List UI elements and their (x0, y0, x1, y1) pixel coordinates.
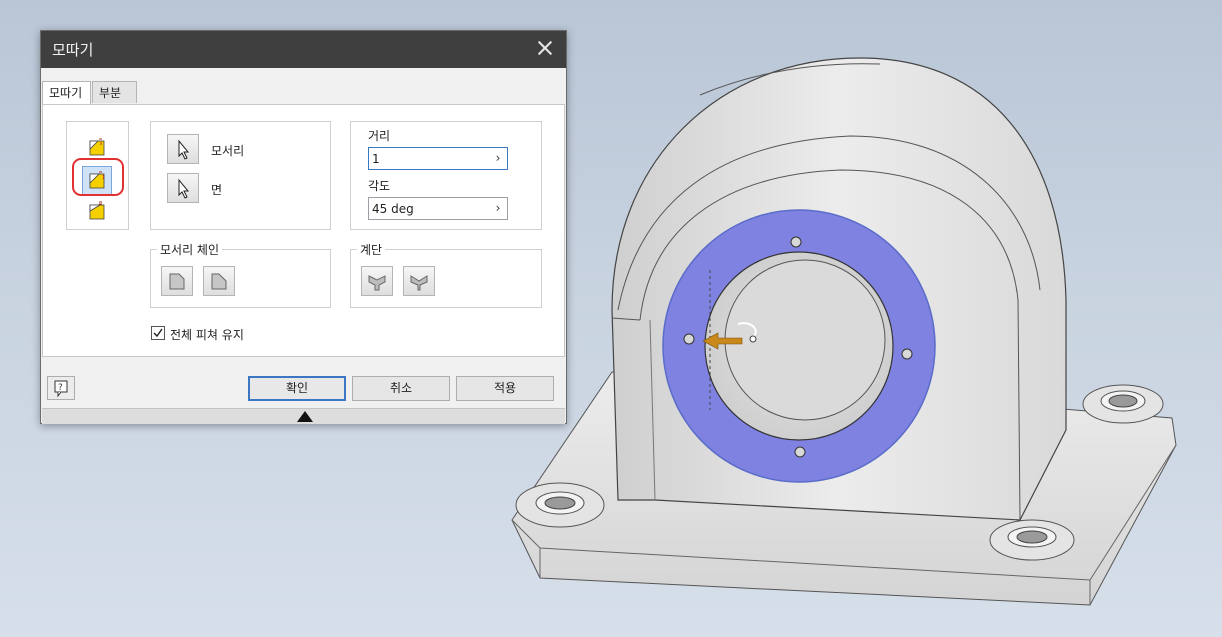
edge-chain-label: 모서리 체인 (157, 241, 223, 258)
svg-text:?: ? (58, 383, 63, 393)
selection-group: 모서리 면 (150, 121, 331, 230)
edges-label: 모서리 (211, 144, 245, 158)
angle-field[interactable]: 45 deg › (368, 197, 508, 220)
angle-value: 45 deg (372, 202, 414, 216)
dialog-title: 모따기 (52, 41, 94, 59)
setback-label: 계단 (357, 241, 386, 258)
angle-label: 각도 (368, 179, 391, 193)
annotation-highlight-ring (72, 158, 124, 196)
base-hole-front-right (989, 519, 1075, 561)
edge-select-button[interactable] (167, 134, 199, 164)
dialog-titlebar[interactable]: 모따기 (41, 31, 566, 68)
tab-chamfer[interactable]: 모따기 (42, 81, 91, 106)
base-hole-front-left (515, 482, 605, 528)
tab-partial[interactable]: 부분 (92, 81, 137, 103)
distance-field[interactable]: 1 › (368, 147, 508, 170)
chevron-right-icon[interactable]: › (489, 148, 507, 169)
all-tangent-edges-button[interactable] (161, 266, 193, 296)
distance-value: 1 (372, 152, 380, 166)
chamfer-dialog: 모따기 모따기 부분 모서리 면 거리 1 › 각도 45 deg › 모서리 … (40, 30, 567, 424)
face-select-button[interactable] (167, 173, 199, 203)
base-hole-back-right (1082, 384, 1164, 424)
cancel-button[interactable]: 취소 (352, 376, 450, 401)
distance-label: 거리 (368, 129, 391, 143)
single-edge-button[interactable] (203, 266, 235, 296)
setback-on-button[interactable] (361, 266, 393, 296)
preserve-features-checkbox[interactable] (151, 326, 165, 340)
help-button[interactable]: ? (47, 376, 75, 400)
apply-button[interactable]: 적용 (456, 376, 554, 401)
preserve-features-label: 전체 피쳐 유지 (170, 328, 244, 342)
ok-button[interactable]: 확인 (248, 376, 346, 401)
expand-dialog-toggle[interactable] (42, 408, 565, 424)
face-label: 면 (211, 183, 223, 197)
chamfer-two-distances-icon[interactable] (82, 198, 112, 227)
setback-off-button[interactable] (403, 266, 435, 296)
close-icon[interactable] (536, 39, 554, 57)
chevron-right-icon[interactable]: › (489, 198, 507, 219)
edge-chain-group: 모서리 체인 (150, 241, 331, 308)
tab-panel: 모서리 면 거리 1 › 각도 45 deg › 모서리 체인 계단 전체 피쳐… (42, 104, 565, 357)
parameters-group: 거리 1 › 각도 45 deg › (350, 121, 542, 230)
setback-group: 계단 (350, 241, 542, 308)
expand-triangle-icon[interactable] (297, 411, 313, 422)
